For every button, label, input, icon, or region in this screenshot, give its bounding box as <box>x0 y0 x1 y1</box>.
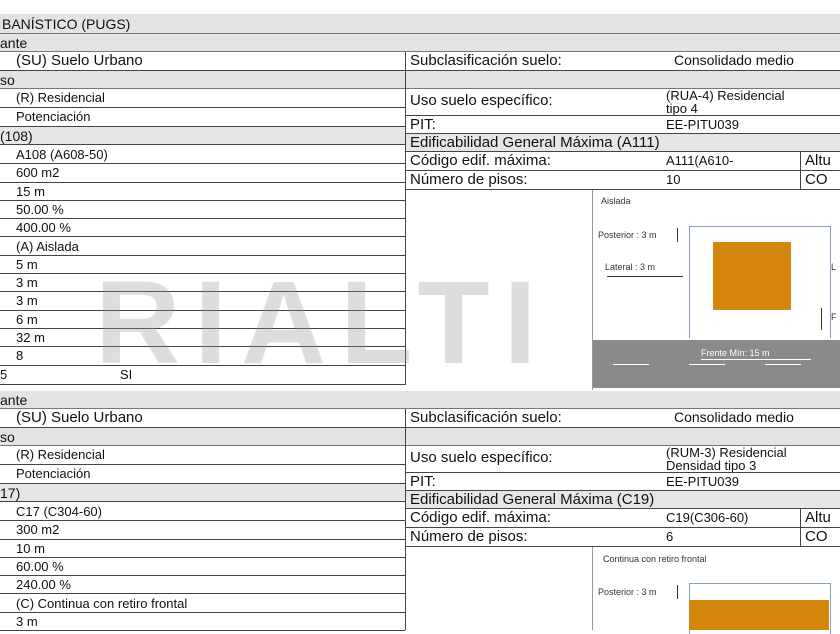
subclasificacion-label-2: Subclasificación suelo: <box>406 409 670 428</box>
lote-value-2-row: 10 m <box>0 540 405 558</box>
lote-value-row: 400.00 % <box>0 219 405 238</box>
subclasificacion-value: Consolidado medio <box>670 52 840 71</box>
pit-label-2: PIT: <box>406 473 662 491</box>
road: Frente Mín: 15 m <box>593 340 840 388</box>
lote-value-2-row: 60.00 % <box>0 558 405 577</box>
lateral-right-label: L <box>831 262 837 272</box>
codigo-edif-value: A111(A610- <box>662 152 800 171</box>
uso-especifico-value-2: (RUM-3) Residencial Densidad tipo 3 <box>662 446 840 473</box>
frontal-right-label: F <box>831 312 837 322</box>
clasificacion-value-2: (SU) Suelo Urbano <box>0 409 405 428</box>
clasificacion-value: (SU) Suelo Urbano <box>0 52 405 71</box>
lote-value-row: 6 m <box>0 311 405 329</box>
diagram-title-2: Continua con retiro frontal <box>603 554 707 564</box>
uso-especifico-value: (RUA-4) Residencial tipo 4 <box>662 89 840 116</box>
tratamiento-value-2: Potenciación <box>0 465 405 484</box>
section-header-lote-2: 17) <box>0 484 405 502</box>
altura-label: Altu <box>800 152 840 171</box>
section-header-clasificacion: ante <box>0 34 840 52</box>
last-row-value: SI <box>120 366 405 385</box>
uso-especifico-label: Uso suelo específico: <box>406 89 662 116</box>
building-footprint-2 <box>689 600 829 630</box>
pit-value-2: EE-PITU039 <box>662 473 840 491</box>
numero-pisos-value: 10 <box>662 171 800 190</box>
lote-value-2-row: 300 m2 <box>0 521 405 540</box>
retiro-lateral-label: Lateral : 3 m <box>605 262 656 272</box>
pit-label: PIT: <box>406 116 662 134</box>
pit-value: EE-PITU039 <box>662 116 840 134</box>
lote-value-row: (A) Aislada <box>0 238 405 256</box>
lote-value-row: 50.00 % <box>0 201 405 220</box>
uso-especifico-label-2: Uso suelo específico: <box>406 446 662 473</box>
lote-value-2-row: (C) Continua con retiro frontal <box>0 595 405 613</box>
numero-pisos-label: Número de pisos: <box>406 171 662 190</box>
lote-value-row: 32 m <box>0 329 405 348</box>
diagram-title: Aislada <box>601 196 631 206</box>
subclasificacion-value-2: Consolidado medio <box>670 409 840 428</box>
last-row-left: 5 <box>0 366 120 385</box>
edificabilidad-header-2: Edificabilidad General Máxima (C19) <box>406 491 840 509</box>
lote-value-row: 3 m <box>0 274 405 293</box>
uso-general-value-2: (R) Residencial <box>0 446 405 465</box>
cos-label: CO <box>800 171 840 190</box>
lote-value-2-row: C17 (C304-60) <box>0 503 405 522</box>
lote-value-2-row: 3 m <box>0 613 405 632</box>
retiro-posterior-label: Posterior : 3 m <box>598 230 657 240</box>
lote-value-row: 15 m <box>0 183 405 201</box>
frente-minimo-label: Frente Mín: 15 m <box>701 348 770 358</box>
section-title: BANÍSTICO (PUGS) <box>0 14 840 34</box>
codigo-edif-value-2: C19(C306-60) <box>662 509 800 528</box>
tratamiento-value: Potenciación <box>0 108 405 127</box>
uso-especifico-2-line2: Densidad tipo 3 <box>666 458 757 473</box>
altura-label-2: Altu <box>800 509 840 528</box>
codigo-edif-label: Código edif. máxima: <box>406 152 662 171</box>
section-header-lote: (108) <box>0 127 405 145</box>
edificabilidad-header: Edificabilidad General Máxima (A111) <box>406 134 840 152</box>
lote-value-row: 3 m <box>0 292 405 311</box>
lote-value-row: 5 m <box>0 256 405 275</box>
section-header-uso: so <box>0 71 840 89</box>
section-header-uso-2: so <box>0 428 840 446</box>
uso-general-value: (R) Residencial <box>0 89 405 108</box>
lote-value-row: 600 m2 <box>0 164 405 183</box>
numero-pisos-label-2: Número de pisos: <box>406 528 662 547</box>
lote-value-row: A108 (A608-50) <box>0 146 405 165</box>
cos-label-2: CO <box>800 528 840 547</box>
lote-value-row: 8 <box>0 347 405 366</box>
numero-pisos-value-2: 6 <box>662 528 800 547</box>
retiro-posterior-label-2: Posterior : 3 m <box>598 587 657 597</box>
implantacion-diagram-2: Continua con retiro frontal Posterior : … <box>592 547 840 634</box>
uso-especifico-line2: tipo 4 <box>666 101 698 116</box>
lote-value-2-row: 240.00 % <box>0 576 405 595</box>
subclasificacion-label: Subclasificación suelo: <box>406 52 670 71</box>
section-header-clasificacion-2: ante <box>0 391 840 409</box>
building-footprint <box>713 242 791 310</box>
implantacion-diagram: Aislada Posterior : 3 m Lateral : 3 m L … <box>592 190 840 390</box>
codigo-edif-label-2: Código edif. máxima: <box>406 509 662 528</box>
